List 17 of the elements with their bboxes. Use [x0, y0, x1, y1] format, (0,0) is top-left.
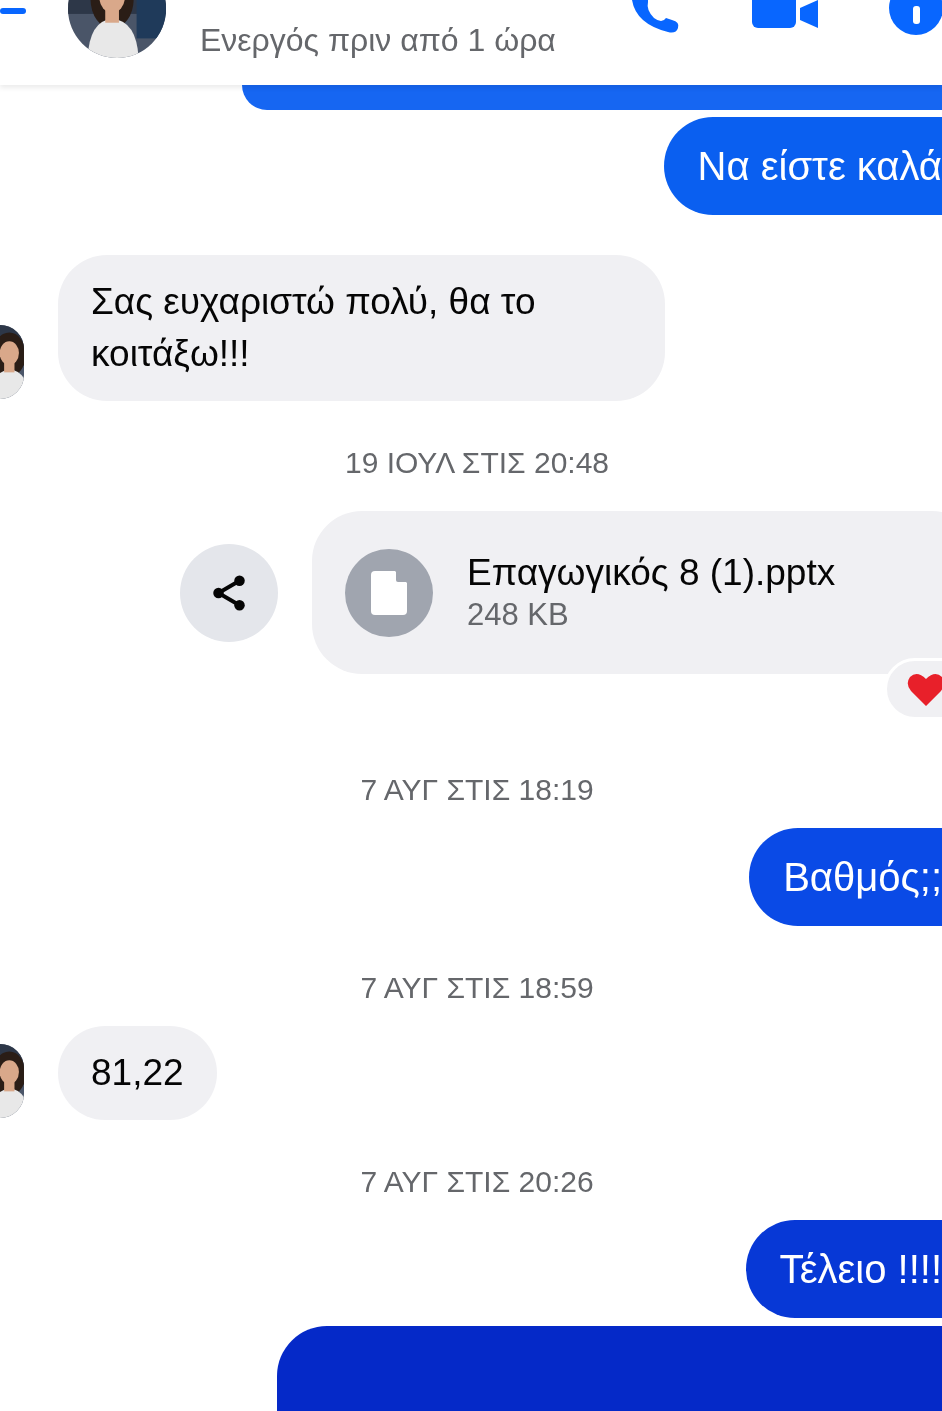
file-attachment[interactable]: Επαγωγικός 8 (1).pptx 248 KB — [312, 511, 942, 674]
message-bubble: Να είστε καλά — [663, 117, 942, 215]
video-camera-icon[interactable] — [752, 0, 818, 30]
message-bubble: 81,22 — [58, 1026, 217, 1120]
file-name: Επαγωγικός 8 (1).pptx — [467, 550, 836, 595]
timestamp: 19 ΙΟΥΛ ΣΤΙΣ 20:48 — [343, 445, 610, 481]
contact-status: Ενεργός πριν από 1 ώρα — [200, 21, 556, 60]
timestamp: 7 ΑΥΓ ΣΤΙΣ 18:59 — [359, 970, 594, 1006]
heart-icon — [907, 672, 942, 706]
file-size: 248 KB — [467, 595, 570, 634]
message-bubble: Τέλειο !!!! — [745, 1220, 942, 1318]
timestamp: 7 ΑΥΓ ΣΤΙΣ 20:26 — [359, 1164, 594, 1200]
message-bubble: Σας ευχαριστώ πολύ, θα το κοιτάξω!!! — [58, 255, 665, 401]
message-bubble: Βαθμός;; — [749, 828, 942, 926]
document-icon — [371, 570, 407, 615]
info-icon[interactable] — [888, 0, 942, 36]
timestamp: 7 ΑΥΓ ΣΤΙΣ 18:19 — [359, 772, 594, 808]
